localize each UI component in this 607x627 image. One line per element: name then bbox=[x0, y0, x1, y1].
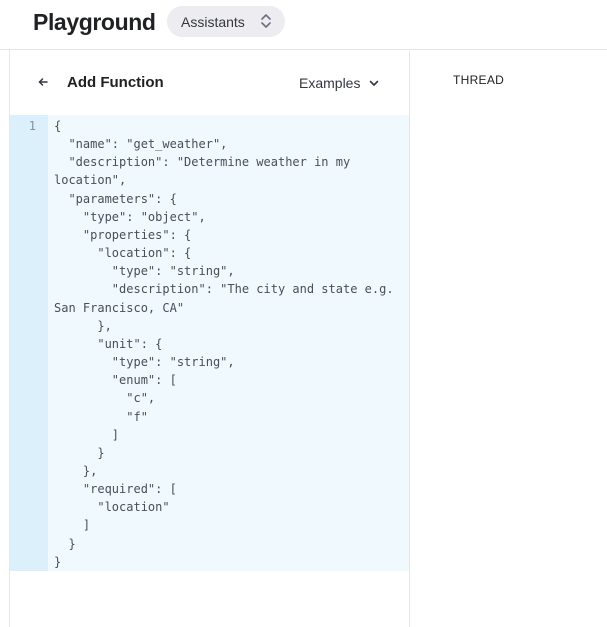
code-line: } bbox=[54, 445, 105, 460]
examples-dropdown-button[interactable]: Examples bbox=[299, 73, 380, 93]
code-line: "f" bbox=[54, 409, 148, 424]
code-line: "type": "string", bbox=[54, 355, 235, 370]
chevron-up-down-icon bbox=[261, 14, 271, 28]
header-bar: Playground Assistants bbox=[0, 0, 607, 50]
code-line: { bbox=[54, 119, 62, 133]
code-line: "enum": [ bbox=[54, 373, 177, 388]
code-line: "type": "object", bbox=[54, 209, 206, 224]
code-editor[interactable]: 1 { "name": "get_weather", "description"… bbox=[10, 115, 409, 571]
thread-label: THREAD bbox=[453, 73, 505, 87]
line-number-gutter: 1 bbox=[10, 115, 48, 571]
code-line: location", bbox=[54, 173, 127, 188]
page-title: Playground bbox=[33, 9, 156, 35]
examples-label: Examples bbox=[299, 75, 361, 91]
thread-panel: THREAD bbox=[411, 51, 607, 627]
mode-select-value: Assistants bbox=[181, 13, 245, 30]
code-line: ] bbox=[54, 518, 91, 533]
code-line: }, bbox=[54, 463, 98, 478]
function-editor-panel: Add Function Examples 1 { "name": "get_w… bbox=[10, 51, 410, 627]
code-line: "properties": { bbox=[54, 227, 192, 242]
code-line: "description": "Determine weather in my bbox=[54, 155, 351, 170]
code-line: }, bbox=[54, 318, 112, 333]
code-line: } bbox=[54, 536, 76, 551]
code-line: } bbox=[54, 554, 62, 569]
playground-app: Playground Assistants Add Function Examp… bbox=[0, 0, 607, 627]
code-line: "unit": { bbox=[54, 336, 163, 351]
function-json-code[interactable]: { "name": "get_weather", "description": … bbox=[54, 117, 404, 571]
code-line: "location" bbox=[54, 500, 170, 515]
panel-title: Add Function bbox=[67, 74, 164, 91]
code-line: "description": "The city and state e.g. bbox=[54, 282, 394, 297]
code-line: "parameters": { bbox=[54, 191, 177, 206]
code-line: "location": { bbox=[54, 246, 192, 261]
code-line: "name": "get_weather", bbox=[54, 137, 228, 152]
code-line: "required": [ bbox=[54, 482, 177, 497]
code-line: ] bbox=[54, 427, 120, 442]
code-line: San Francisco, CA" bbox=[54, 300, 185, 315]
arrow-left-icon[interactable] bbox=[36, 75, 50, 89]
code-line: "c", bbox=[54, 391, 156, 406]
code-line: "type": "string", bbox=[54, 264, 235, 279]
line-number: 1 bbox=[28, 119, 36, 133]
chevron-down-icon bbox=[370, 80, 379, 86]
mode-select[interactable]: Assistants bbox=[167, 6, 285, 37]
